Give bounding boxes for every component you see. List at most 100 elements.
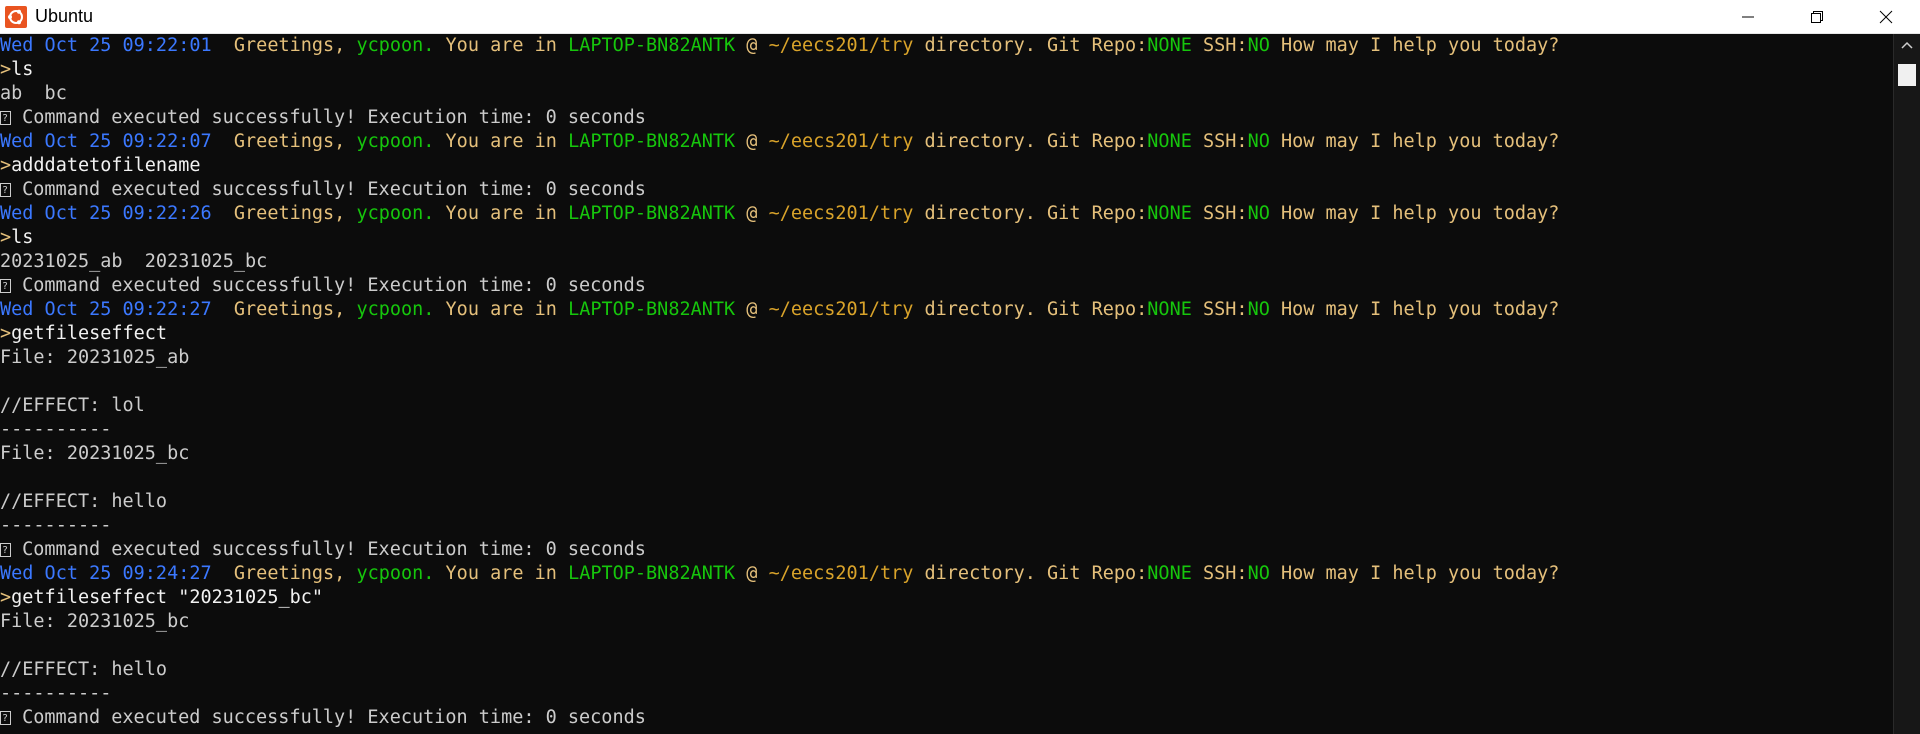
prompt-ssh-value: NO: [1247, 563, 1270, 584]
output-line: File: 20231025_bc: [0, 442, 1894, 466]
close-icon: [1879, 10, 1892, 23]
minimize-button[interactable]: [1713, 0, 1782, 33]
output-line: ----------: [0, 682, 1894, 706]
scroll-thumb[interactable]: [1898, 64, 1916, 86]
missing-glyph-icon: [0, 179, 11, 203]
output-text: File: 20231025_bc: [0, 443, 190, 464]
prompt-ssh-label: SSH:: [1203, 203, 1248, 224]
prompt-line: Wed Oct 25 09:22:01 Greetings, ycpoon. Y…: [0, 34, 1894, 58]
terminal-output[interactable]: Wed Oct 25 09:22:01 Greetings, ycpoon. Y…: [0, 34, 1894, 734]
prompt-username: ycpoon.: [356, 299, 435, 320]
output-text: ----------: [0, 515, 112, 536]
prompt-ssh-value: NO: [1247, 203, 1270, 224]
ubuntu-logo-icon[interactable]: [5, 5, 27, 28]
prompt-caret-icon: >: [0, 323, 12, 344]
command-text: ls: [11, 59, 34, 80]
prompt-text: directory.: [924, 299, 1036, 320]
output-line: ----------: [0, 418, 1894, 442]
command-line: >ls: [0, 58, 1894, 82]
prompt-git-value: NONE: [1147, 35, 1192, 56]
prompt-at: @: [746, 299, 758, 320]
prompt-at: @: [746, 131, 758, 152]
output-text: //EFFECT: hello: [0, 491, 168, 512]
prompt-ssh-label: SSH:: [1203, 563, 1248, 584]
output-line: 20231025_ab 20231025_bc: [0, 250, 1894, 274]
command-text: ls: [11, 227, 34, 248]
status-line: Command executed successfully! Execution…: [0, 274, 1894, 299]
prompt-text: directory.: [924, 131, 1036, 152]
prompt-username: ycpoon.: [356, 203, 435, 224]
prompt-caret-icon: >: [0, 155, 12, 176]
status-text: Command executed successfully! Execution…: [11, 179, 646, 200]
prompt-ssh-label: SSH:: [1203, 131, 1248, 152]
prompt-timestamp: Wed Oct 25 09:22:01: [0, 35, 212, 56]
title-bar[interactable]: Ubuntu: [0, 0, 1920, 34]
prompt-text: directory.: [924, 35, 1036, 56]
prompt-username: ycpoon.: [356, 35, 435, 56]
status-text: Command executed successfully! Execution…: [11, 107, 646, 128]
prompt-question: How may I help you today?: [1280, 563, 1560, 584]
prompt-git-label: Git Repo:: [1047, 35, 1148, 56]
output-line: ----------: [0, 514, 1894, 538]
prompt-at: @: [746, 563, 758, 584]
prompt-caret-icon: >: [0, 587, 12, 608]
output-text: File: 20231025_bc: [0, 611, 190, 632]
prompt-git-value: NONE: [1147, 563, 1192, 584]
restore-button[interactable]: [1782, 0, 1851, 33]
command-text: getfileseffect "20231025_bc": [11, 587, 324, 608]
prompt-path: ~/eecs201/try: [768, 299, 914, 320]
missing-glyph-icon: [0, 707, 11, 731]
prompt-timestamp: Wed Oct 25 09:22:26: [0, 203, 212, 224]
output-text: 20231025_ab 20231025_bc: [0, 251, 268, 272]
output-line: //EFFECT: hello: [0, 490, 1894, 514]
prompt-username: ycpoon.: [356, 131, 435, 152]
prompt-line: Wed Oct 25 09:22:07 Greetings, ycpoon. Y…: [0, 130, 1894, 154]
prompt-greeting: Greetings,: [233, 35, 346, 56]
status-line: Command executed successfully! Execution…: [0, 538, 1894, 563]
missing-glyph-icon: [0, 107, 11, 131]
output-line: File: 20231025_ab: [0, 346, 1894, 370]
prompt-path: ~/eecs201/try: [768, 563, 914, 584]
status-text: Command executed successfully! Execution…: [11, 707, 646, 728]
prompt-ssh-label: SSH:: [1203, 35, 1248, 56]
status-text: Command executed successfully! Execution…: [11, 539, 646, 560]
prompt-caret-icon: >: [0, 59, 12, 80]
prompt-question: How may I help you today?: [1280, 203, 1560, 224]
prompt-hostname: LAPTOP-BN82ANTK: [568, 131, 736, 152]
command-line: >getfileseffect: [0, 322, 1894, 346]
prompt-question: How may I help you today?: [1280, 35, 1560, 56]
window-title: Ubuntu: [35, 6, 94, 26]
output-line: //EFFECT: hello: [0, 658, 1894, 682]
prompt-line: Wed Oct 25 09:24:27 Greetings, ycpoon. Y…: [0, 562, 1894, 586]
output-text: ab bc: [0, 83, 67, 104]
close-button[interactable]: [1851, 0, 1920, 33]
prompt-greeting: Greetings,: [233, 203, 346, 224]
output-text: ----------: [0, 419, 112, 440]
prompt-timestamp: Wed Oct 25 09:24:27: [0, 563, 212, 584]
output-line: ab bc: [0, 82, 1894, 106]
command-text: getfileseffect: [11, 323, 168, 344]
prompt-text: You are in: [445, 35, 557, 56]
prompt-path: ~/eecs201/try: [768, 203, 914, 224]
prompt-greeting: Greetings,: [233, 299, 346, 320]
prompt-timestamp: Wed Oct 25 09:22:07: [0, 131, 212, 152]
vertical-scrollbar[interactable]: [1893, 34, 1920, 734]
status-line: Command executed successfully! Execution…: [0, 178, 1894, 203]
prompt-ssh-value: NO: [1247, 131, 1270, 152]
prompt-git-value: NONE: [1147, 203, 1192, 224]
missing-glyph-icon: [0, 539, 11, 563]
prompt-path: ~/eecs201/try: [768, 131, 914, 152]
prompt-text: You are in: [445, 131, 557, 152]
status-line: Command executed successfully! Execution…: [0, 706, 1894, 731]
minimize-icon: [1741, 16, 1754, 17]
prompt-line: Wed Oct 25 09:22:27 Greetings, ycpoon. Y…: [0, 298, 1894, 322]
status-line: Command executed successfully! Execution…: [0, 106, 1894, 131]
command-text: adddatetofilename: [11, 155, 201, 176]
scroll-up-icon[interactable]: [1894, 34, 1920, 56]
prompt-git-value: NONE: [1147, 299, 1192, 320]
output-line: //EFFECT: lol: [0, 394, 1894, 418]
prompt-hostname: LAPTOP-BN82ANTK: [568, 35, 736, 56]
prompt-ssh-label: SSH:: [1203, 299, 1248, 320]
